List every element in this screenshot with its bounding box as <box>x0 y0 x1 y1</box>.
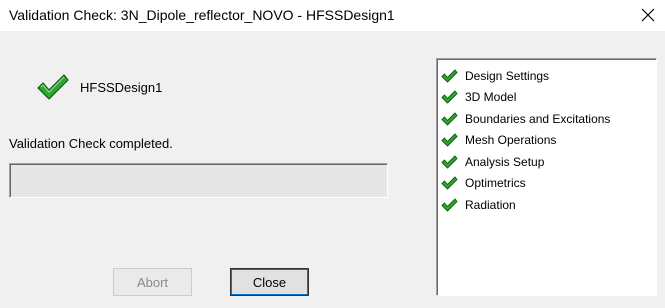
design-name: HFSSDesign1 <box>80 79 163 95</box>
check-list: Design Settings 3D Model Boundaries and Ex… <box>441 65 610 216</box>
check-item-label: 3D Model <box>465 90 517 105</box>
green-check-icon <box>441 112 459 126</box>
green-check-icon <box>441 155 459 169</box>
status-message: Validation Check completed. <box>9 136 173 151</box>
green-check-icon <box>441 69 459 83</box>
check-results-panel: Design Settings 3D Model Boundaries and Ex… <box>436 58 657 296</box>
check-item-label: Analysis Setup <box>465 154 545 169</box>
window-title: Validation Check: 3N_Dipole_reflector_NO… <box>9 7 395 23</box>
green-check-icon <box>441 133 459 147</box>
check-item: Analysis Setup <box>441 151 610 173</box>
title-bar[interactable]: Validation Check: 3N_Dipole_reflector_NO… <box>0 0 665 31</box>
green-check-icon <box>441 176 459 190</box>
check-item: Boundaries and Excitations <box>441 108 610 130</box>
check-item-label: Boundaries and Excitations <box>465 111 611 126</box>
check-item: Radiation <box>441 194 610 216</box>
check-item-label: Radiation <box>465 197 516 212</box>
check-item-label: Optimetrics <box>465 176 526 191</box>
check-item: 3D Model <box>441 87 610 109</box>
green-check-icon <box>441 198 459 212</box>
check-item-label: Mesh Operations <box>465 133 557 148</box>
green-check-icon <box>441 90 459 104</box>
check-item: Mesh Operations <box>441 130 610 152</box>
close-button[interactable]: Close <box>230 268 309 296</box>
check-item: Optimetrics <box>441 173 610 195</box>
close-window-button[interactable] <box>635 3 661 27</box>
abort-button[interactable]: Abort <box>113 268 192 296</box>
check-item-label: Design Settings <box>465 68 550 83</box>
close-icon <box>641 8 655 22</box>
check-item: Design Settings <box>441 65 610 87</box>
progress-bar <box>9 163 388 198</box>
design-status-row: HFSSDesign1 <box>36 71 162 103</box>
green-check-icon <box>37 74 69 100</box>
validation-check-dialog: Validation Check: 3N_Dipole_reflector_NO… <box>0 0 665 308</box>
